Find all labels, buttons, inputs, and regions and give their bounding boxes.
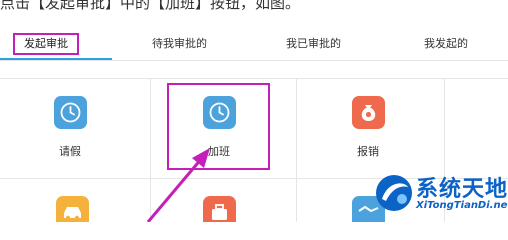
grid-divider — [296, 78, 297, 222]
instruction-caption: 点击【发起审批】中的【加班】按钮，如图。 — [0, 0, 301, 12]
grid-divider — [0, 78, 508, 79]
tab-initiated-by-me[interactable]: 我发起的 — [424, 30, 468, 60]
tab-pending-my-approval[interactable]: 待我审批的 — [152, 30, 207, 60]
approval-item-label: 报销 — [357, 145, 379, 158]
car-icon[interactable] — [56, 196, 89, 222]
tab-highlight-box — [13, 33, 79, 55]
approval-item-label: 请假 — [59, 145, 81, 158]
site-watermark: 系统天地 XiTongTianDi.net — [370, 169, 508, 217]
watermark-title: 系统天地 — [416, 177, 508, 202]
pointer-arrow — [146, 148, 210, 222]
watermark-url: XiTongTianDi.net — [416, 200, 508, 211]
tab-approved-by-me[interactable]: 我已审批的 — [286, 30, 341, 60]
watermark-logo-icon — [376, 175, 412, 211]
active-tab-indicator — [0, 58, 112, 60]
money-bag-icon — [352, 96, 385, 129]
clock-icon — [54, 96, 87, 129]
screenshot-page: 点击【发起审批】中的【加班】按钮，如图。 发起审批 待我审批的 我已审批的 我发… — [0, 0, 508, 222]
